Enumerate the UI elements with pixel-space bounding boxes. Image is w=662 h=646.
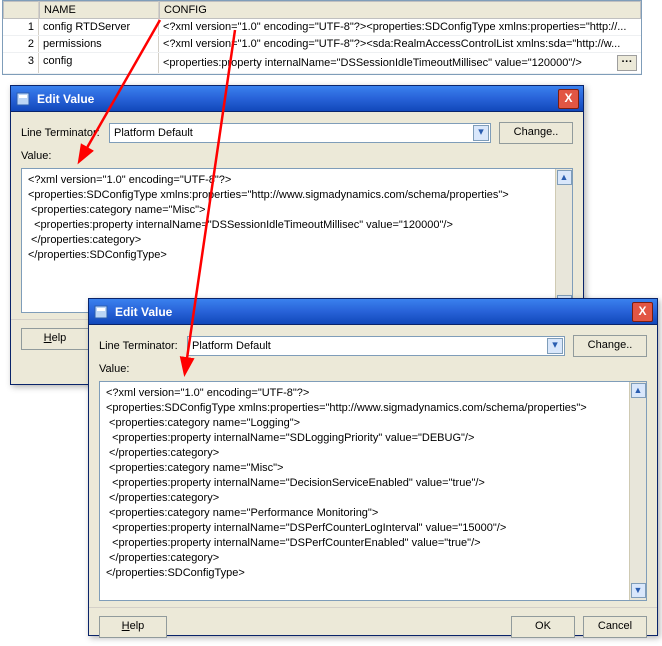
value-label: Value: <box>21 150 61 162</box>
dialog-body: Line Terminator: Platform Default ▾ Chan… <box>11 112 583 319</box>
ellipsis-button[interactable]: ··· <box>617 55 637 71</box>
xml-line: <properties:property internalName="DSPer… <box>106 536 622 551</box>
help-button[interactable]: Help <box>21 328 89 350</box>
line-terminator-value: Platform Default <box>114 127 193 139</box>
xml-line: <properties:property internalName="SDLog… <box>106 431 622 446</box>
line-terminator-label: Line Terminator: <box>99 340 187 352</box>
config-table: NAME CONFIG 1 config RTDServer <?xml ver… <box>2 0 642 75</box>
xml-line: </properties:category> <box>106 551 622 566</box>
dialog-titlebar[interactable]: Edit Value X <box>11 86 583 112</box>
scroll-up-icon[interactable]: ▲ <box>631 383 646 398</box>
app-icon <box>15 91 31 107</box>
row-config: <?xml version="1.0" encoding="UTF-8"?><p… <box>159 19 641 35</box>
close-icon[interactable]: X <box>558 89 579 109</box>
row-idx: 2 <box>3 36 39 52</box>
chevron-down-icon[interactable]: ▾ <box>547 338 563 354</box>
dialog-body: Line Terminator: Platform Default ▾ Chan… <box>89 325 657 607</box>
table-header: NAME CONFIG <box>3 1 641 19</box>
line-terminator-select[interactable]: Platform Default ▾ <box>187 336 565 356</box>
scroll-up-icon[interactable]: ▲ <box>557 170 572 185</box>
table-row[interactable]: 1 config RTDServer <?xml version="1.0" e… <box>3 19 641 36</box>
help-button[interactable]: Help <box>99 616 167 638</box>
xml-line: </properties:SDConfigType> <box>28 248 548 263</box>
line-terminator-select[interactable]: Platform Default ▾ <box>109 123 491 143</box>
xml-line: <properties:SDConfigType xmlns:propertie… <box>28 188 548 203</box>
app-icon <box>93 304 109 320</box>
xml-line: </properties:category> <box>106 491 622 506</box>
close-icon[interactable]: X <box>632 302 653 322</box>
row-config-cell: <properties:property internalName="DSSes… <box>159 53 641 73</box>
edit-value-dialog-2: Edit Value X Line Terminator: Platform D… <box>88 298 658 636</box>
row-idx: 1 <box>3 19 39 35</box>
value-textarea[interactable]: <?xml version="1.0" encoding="UTF-8"?><p… <box>21 168 573 313</box>
cancel-button[interactable]: Cancel <box>583 616 647 638</box>
line-terminator-value: Platform Default <box>192 340 271 352</box>
row-idx: 3 <box>3 53 39 73</box>
row-config: <?xml version="1.0" encoding="UTF-8"?><s… <box>159 36 641 52</box>
xml-line: <properties:property internalName="DSSes… <box>28 218 548 233</box>
header-name[interactable]: NAME <box>39 1 159 19</box>
xml-line: <properties:property internalName="DSPer… <box>106 521 622 536</box>
change-button[interactable]: Change.. <box>499 122 573 144</box>
vertical-scrollbar[interactable]: ▲ ▼ <box>629 382 646 600</box>
xml-line: </properties:category> <box>28 233 548 248</box>
xml-line: <properties:category name="Misc"> <box>106 461 622 476</box>
value-textarea[interactable]: <?xml version="1.0" encoding="UTF-8"?><p… <box>99 381 647 601</box>
xml-line: <?xml version="1.0" encoding="UTF-8"?> <box>106 386 622 401</box>
line-terminator-label: Line Terminator: <box>21 127 109 139</box>
xml-line: <properties:category name="Misc"> <box>28 203 548 218</box>
dialog-title: Edit Value <box>115 305 632 319</box>
row-name: permissions <box>39 36 159 52</box>
xml-line: <properties:property internalName="Decis… <box>106 476 622 491</box>
value-label: Value: <box>99 363 139 375</box>
row-name: config <box>39 53 159 73</box>
header-config[interactable]: CONFIG <box>159 1 641 19</box>
xml-line: </properties:SDConfigType> <box>106 566 622 581</box>
chevron-down-icon[interactable]: ▾ <box>473 125 489 141</box>
dialog-title: Edit Value <box>37 92 558 106</box>
header-idx <box>3 1 39 19</box>
row-config: <properties:property internalName="DSSes… <box>163 57 615 69</box>
dialog-titlebar[interactable]: Edit Value X <box>89 299 657 325</box>
xml-line: </properties:category> <box>106 446 622 461</box>
table-row[interactable]: 2 permissions <?xml version="1.0" encodi… <box>3 36 641 53</box>
change-button[interactable]: Change.. <box>573 335 647 357</box>
vertical-scrollbar[interactable]: ▲ ▼ <box>555 169 572 312</box>
xml-line: <properties:category name="Performance M… <box>106 506 622 521</box>
row-name: config RTDServer <box>39 19 159 35</box>
xml-line: <properties:SDConfigType xmlns:propertie… <box>106 401 622 416</box>
xml-line: <?xml version="1.0" encoding="UTF-8"?> <box>28 173 548 188</box>
ok-button[interactable]: OK <box>511 616 575 638</box>
scroll-down-icon[interactable]: ▼ <box>631 583 646 598</box>
table-row[interactable]: 3 config <properties:property internalNa… <box>3 53 641 74</box>
xml-line: <properties:category name="Logging"> <box>106 416 622 431</box>
dialog-footer: Help OK Cancel <box>89 607 657 646</box>
